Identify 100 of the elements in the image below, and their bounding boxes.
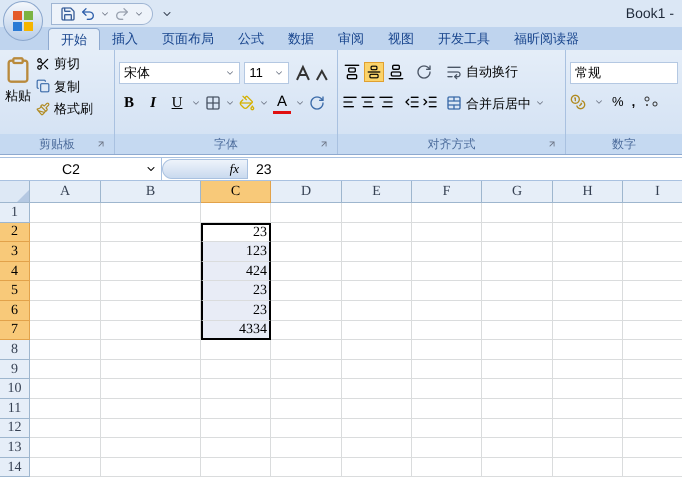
row-header[interactable]: 7 bbox=[0, 320, 30, 340]
row-header[interactable]: 13 bbox=[0, 438, 30, 458]
table-cell bbox=[553, 262, 623, 282]
table-cell: 424 bbox=[201, 262, 271, 282]
ribbon-tab[interactable]: 福昕阅读器 bbox=[502, 28, 591, 50]
row-header[interactable]: 1 bbox=[0, 203, 30, 223]
row-header[interactable]: 5 bbox=[0, 281, 30, 301]
table-cell bbox=[412, 398, 482, 419]
indent-increase-icon[interactable] bbox=[422, 94, 438, 110]
table-cell bbox=[342, 281, 412, 301]
row-header[interactable]: 6 bbox=[0, 300, 30, 321]
table-cell bbox=[553, 418, 623, 438]
row-header[interactable]: 4 bbox=[0, 262, 30, 282]
table-cell bbox=[342, 320, 412, 340]
format-painter-button[interactable]: 格式刷 bbox=[54, 99, 93, 118]
underline-button[interactable]: U bbox=[167, 92, 187, 114]
column-header[interactable]: C bbox=[201, 181, 271, 203]
vertical-align-icon[interactable] bbox=[364, 62, 384, 82]
dialog-launcher-icon[interactable] bbox=[319, 139, 329, 149]
redo-icon[interactable] bbox=[114, 6, 130, 22]
row-header[interactable]: 3 bbox=[0, 242, 30, 262]
office-button[interactable] bbox=[3, 0, 43, 40]
insert-function-button[interactable]: fx bbox=[230, 159, 239, 179]
copy-button[interactable]: 复制 bbox=[54, 76, 80, 96]
wrap-text-button[interactable]: 自动换行 bbox=[466, 62, 518, 82]
row-header[interactable]: 14 bbox=[0, 458, 30, 478]
row-header[interactable]: 2 bbox=[0, 222, 30, 242]
table-cell: 4334 bbox=[201, 320, 271, 340]
table-cell bbox=[271, 300, 342, 321]
font-name-field[interactable]: 宋体 bbox=[119, 62, 240, 84]
comma-button[interactable]: , bbox=[632, 92, 636, 112]
ribbon-tab[interactable]: 插入 bbox=[100, 28, 150, 50]
wrap-text-icon[interactable] bbox=[446, 64, 462, 80]
merge-center-button[interactable]: 合并后居中 bbox=[466, 94, 531, 113]
table-cell bbox=[30, 300, 101, 321]
align-right-icon[interactable] bbox=[378, 94, 394, 110]
row-header[interactable]: 10 bbox=[0, 379, 30, 399]
vertical-align-icon[interactable] bbox=[386, 62, 406, 82]
align-left-icon[interactable] bbox=[342, 94, 358, 110]
window-title: Book1 - bbox=[626, 4, 674, 23]
ribbon-tab[interactable]: 公式 bbox=[226, 28, 276, 50]
dialog-launcher-icon[interactable] bbox=[547, 139, 557, 149]
group-label: 数字 bbox=[612, 136, 636, 153]
table-cell bbox=[482, 458, 553, 478]
table-cell bbox=[271, 262, 342, 282]
ribbon-tab[interactable]: 数据 bbox=[276, 28, 326, 50]
vertical-align-icon[interactable] bbox=[342, 62, 362, 82]
table-cell bbox=[30, 242, 101, 262]
save-icon[interactable] bbox=[60, 6, 76, 22]
table-cell: 123 bbox=[201, 242, 271, 262]
bold-button[interactable]: B bbox=[119, 92, 139, 114]
percent-button[interactable]: % bbox=[612, 92, 624, 112]
font-color-button[interactable]: A bbox=[273, 92, 291, 114]
table-cell bbox=[271, 379, 342, 399]
ribbon-tab[interactable]: 开发工具 bbox=[426, 28, 502, 50]
column-header[interactable]: H bbox=[553, 181, 623, 203]
column-header[interactable]: I bbox=[623, 181, 682, 203]
cut-button[interactable]: 剪切 bbox=[54, 54, 80, 74]
table-cell bbox=[412, 340, 482, 360]
table-cell bbox=[342, 360, 412, 380]
ribbon-tab[interactable]: 审阅 bbox=[326, 28, 376, 50]
merge-icon[interactable] bbox=[446, 95, 462, 112]
column-header[interactable]: F bbox=[412, 181, 482, 203]
dialog-launcher-icon[interactable] bbox=[96, 139, 106, 149]
table-cell bbox=[412, 379, 482, 399]
name-box[interactable]: C2 bbox=[0, 158, 162, 180]
column-header[interactable]: G bbox=[482, 181, 553, 203]
column-header[interactable]: E bbox=[342, 181, 412, 203]
column-header[interactable]: A bbox=[30, 181, 101, 203]
fill-color-icon[interactable] bbox=[239, 95, 255, 111]
italic-button[interactable]: I bbox=[143, 92, 163, 114]
table-cell bbox=[342, 222, 412, 242]
table-cell bbox=[271, 360, 342, 380]
table-cell bbox=[30, 262, 101, 282]
table-cell bbox=[271, 418, 342, 438]
row-header[interactable]: 9 bbox=[0, 360, 30, 380]
font-size-field[interactable]: 11 bbox=[244, 62, 290, 84]
borders-icon[interactable] bbox=[205, 95, 221, 111]
currency-icon[interactable] bbox=[570, 94, 586, 110]
table-cell bbox=[412, 418, 482, 438]
formula-input[interactable]: 23 bbox=[248, 158, 682, 180]
row-header[interactable]: 8 bbox=[0, 340, 30, 360]
row-header[interactable]: 11 bbox=[0, 398, 30, 419]
ribbon-tab[interactable]: 页面布局 bbox=[150, 28, 226, 50]
ribbon-tab[interactable]: 视图 bbox=[376, 28, 426, 50]
scissors-icon[interactable] bbox=[36, 56, 50, 71]
undo-icon[interactable] bbox=[80, 6, 96, 22]
row-header[interactable]: 12 bbox=[0, 418, 30, 438]
table-cell bbox=[482, 242, 553, 262]
table-cell bbox=[342, 203, 412, 223]
indent-decrease-icon[interactable] bbox=[404, 94, 420, 110]
column-header[interactable]: D bbox=[271, 181, 342, 203]
column-header[interactable]: B bbox=[101, 181, 201, 203]
ribbon-tab[interactable]: 开始 bbox=[48, 28, 100, 50]
table-cell bbox=[553, 300, 623, 321]
paintbrush-icon[interactable] bbox=[36, 102, 50, 116]
copy-icon[interactable] bbox=[36, 79, 50, 94]
align-center-icon[interactable] bbox=[360, 94, 376, 110]
number-format-field[interactable]: 常规 bbox=[570, 62, 678, 84]
paste-button[interactable]: 粘贴 bbox=[5, 86, 31, 106]
